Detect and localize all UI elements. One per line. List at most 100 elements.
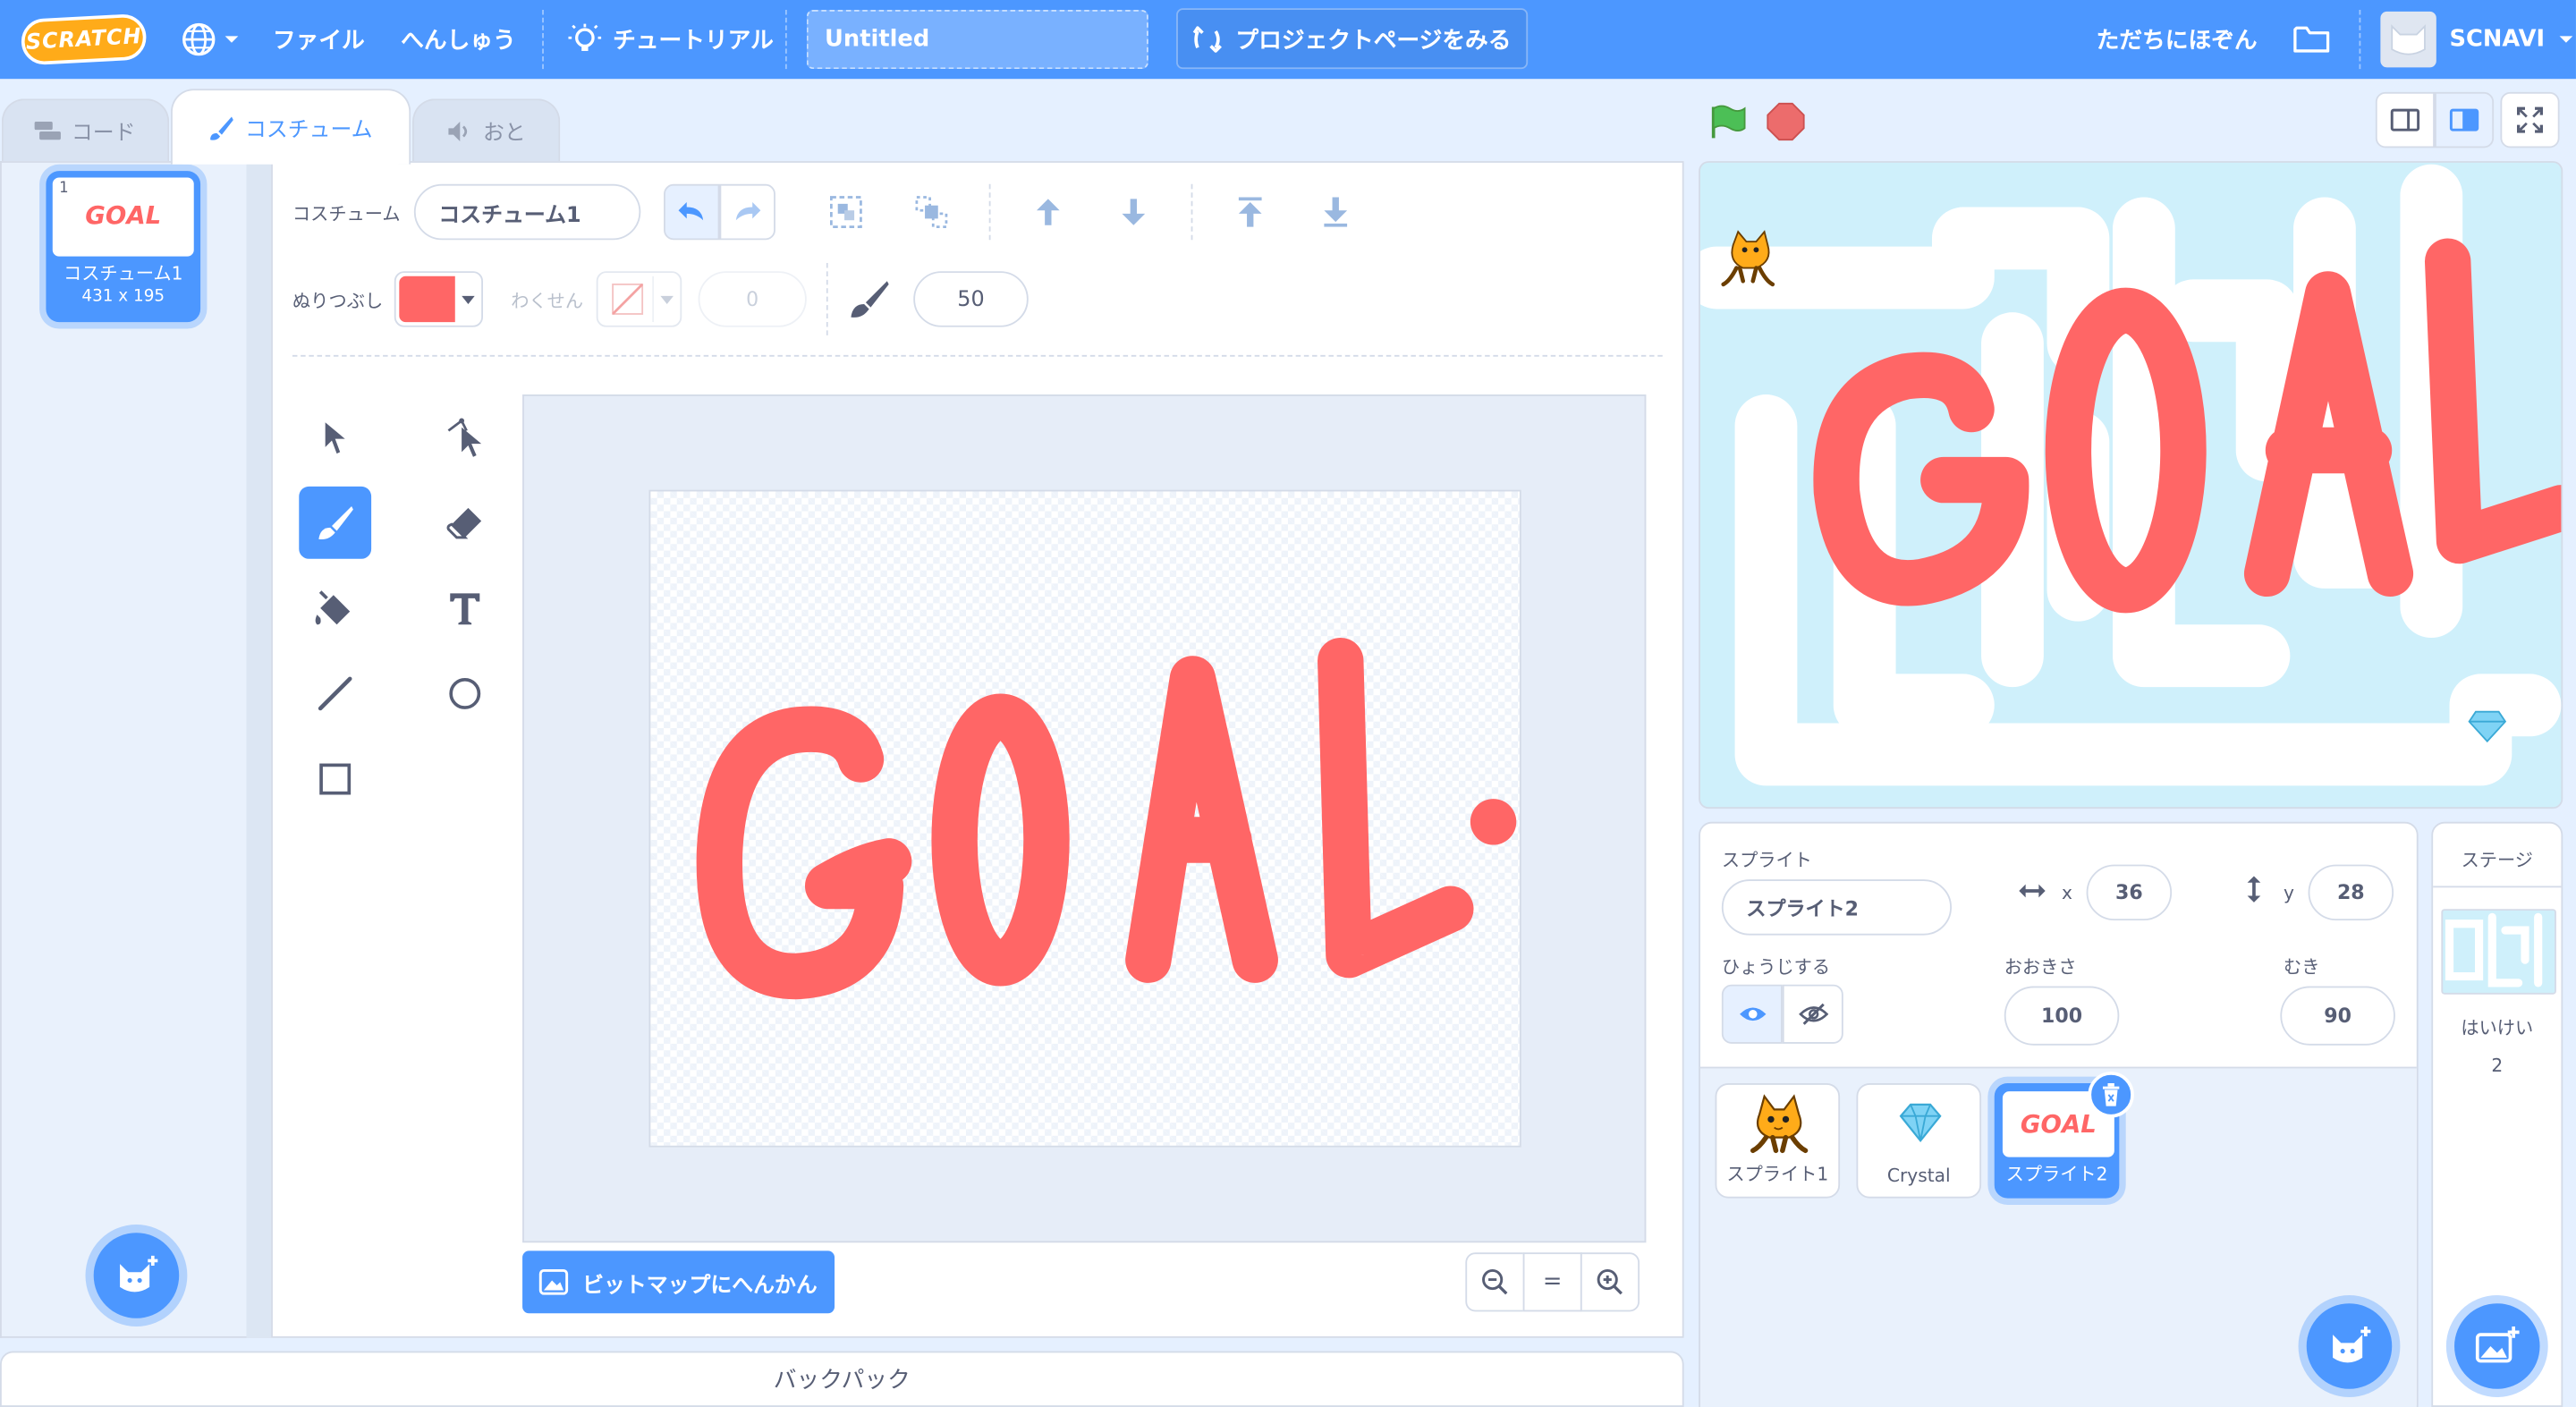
toolbar-divider xyxy=(988,183,991,241)
costume-thumb-text: GOAL xyxy=(85,200,162,231)
see-project-page-button[interactable]: プロジェクトページをみる xyxy=(1176,8,1529,70)
convert-to-bitmap-button[interactable]: ビットマップにへんかん xyxy=(522,1250,835,1314)
backpack-header[interactable]: バックパック xyxy=(0,1351,1684,1407)
rectangle-tool[interactable] xyxy=(299,743,371,816)
costume-size: 431 x 195 xyxy=(81,287,165,306)
lightbulb-icon xyxy=(568,23,602,51)
sprite-tile-1[interactable]: スプライト1 xyxy=(1715,1082,1841,1199)
tab-sounds-label: おと xyxy=(482,121,526,147)
paint-bucket-icon xyxy=(315,590,351,625)
green-flag-button[interactable] xyxy=(1708,102,1748,148)
username-label: SCNAVI xyxy=(2449,26,2546,53)
redo-button[interactable] xyxy=(719,183,775,241)
language-menu[interactable] xyxy=(181,0,240,79)
eraser-tool[interactable] xyxy=(428,487,501,559)
forward-button[interactable] xyxy=(1021,184,1076,240)
sprite-label: スプライト xyxy=(1721,850,1812,871)
file-menu[interactable]: ファイル xyxy=(273,0,365,79)
small-stage-button[interactable] xyxy=(2375,91,2435,148)
outline-color-picker[interactable] xyxy=(596,271,682,327)
menu-bar: SCRATCH ファイル へんしゅう チュートリアル Untitled プロジェ… xyxy=(0,0,2576,80)
my-stuff-button[interactable] xyxy=(2293,0,2330,79)
choose-sprite-button[interactable] xyxy=(2306,1303,2393,1389)
sprite-tile-crystal[interactable]: Crystal xyxy=(1856,1082,1982,1199)
crystal-icon xyxy=(1899,1103,1942,1143)
show-label: ひょうじする xyxy=(1721,956,1831,979)
brush-size-input[interactable]: 50 xyxy=(913,271,1029,327)
backdrops-label: はいけい xyxy=(2461,1017,2534,1039)
front-button[interactable] xyxy=(1223,184,1278,240)
brush-tool[interactable] xyxy=(299,486,372,559)
image-add-icon xyxy=(2475,1326,2520,1363)
bring-to-front-icon xyxy=(1238,197,1262,227)
tab-costumes[interactable]: コスチューム xyxy=(171,89,411,165)
tab-sounds[interactable]: おと xyxy=(412,98,561,162)
cat-add-icon xyxy=(120,1255,158,1293)
arrow-up-icon xyxy=(1036,199,1060,225)
circle-tool[interactable] xyxy=(428,657,501,730)
ungroup-icon xyxy=(915,196,948,228)
back-button[interactable] xyxy=(1308,184,1363,240)
scratch-logo[interactable]: SCRATCH xyxy=(20,13,148,66)
select-tool[interactable] xyxy=(299,401,371,473)
tab-costumes-label: コスチューム xyxy=(245,118,373,143)
redo-icon xyxy=(735,202,761,221)
fullscreen-button[interactable] xyxy=(2500,91,2560,148)
globe-icon xyxy=(182,22,216,56)
hide-sprite-button[interactable] xyxy=(1782,984,1843,1044)
see-project-label: プロジェクトページをみる xyxy=(1235,27,1512,54)
tutorials-menu[interactable]: チュートリアル xyxy=(568,0,774,79)
paint-canvas[interactable] xyxy=(648,489,1521,1148)
costume-list-scrollbar[interactable] xyxy=(246,161,272,1338)
outline-width-input[interactable]: 0 xyxy=(698,271,807,327)
delete-sprite-button[interactable] xyxy=(2088,1072,2134,1118)
size-label: おおきさ xyxy=(2004,956,2077,979)
eraser-icon xyxy=(446,507,482,539)
ungroup-button[interactable] xyxy=(903,184,959,240)
stop-button[interactable] xyxy=(1766,102,1805,141)
image-icon xyxy=(539,1268,570,1295)
sprite-name-input[interactable]: スプライト2 xyxy=(1721,879,1952,936)
y-position-input[interactable]: 28 xyxy=(2308,864,2394,921)
fill-color-swatch xyxy=(399,275,455,323)
fill-color-picker[interactable] xyxy=(394,271,483,327)
zoom-out-button[interactable] xyxy=(1465,1252,1525,1312)
x-position-input[interactable]: 36 xyxy=(2086,864,2173,921)
reshape-tool[interactable] xyxy=(428,401,501,473)
backward-button[interactable] xyxy=(1106,184,1161,240)
tab-code[interactable]: コード xyxy=(1,98,170,162)
rectangle-icon xyxy=(319,763,352,795)
group-button[interactable] xyxy=(818,184,874,240)
avatar xyxy=(2380,11,2436,68)
costume-item-1[interactable]: 1 GOAL コスチューム1 431 x 195 xyxy=(46,171,201,323)
direction-input[interactable]: 90 xyxy=(2280,986,2395,1046)
folder-icon xyxy=(2293,26,2330,53)
account-menu[interactable]: SCNAVI xyxy=(2380,0,2574,79)
tutorials-label: チュートリアル xyxy=(613,28,774,55)
line-tool[interactable] xyxy=(299,657,371,730)
edit-menu[interactable]: へんしゅう xyxy=(401,0,516,79)
choose-costume-button[interactable] xyxy=(93,1233,180,1318)
save-now-button[interactable]: ただちにほぞん xyxy=(2097,0,2258,79)
caret-down-icon xyxy=(2559,36,2573,43)
code-blocks-icon xyxy=(35,121,62,140)
reshape-pointer-icon xyxy=(447,418,482,457)
text-tool[interactable] xyxy=(428,572,501,644)
stage-canvas[interactable] xyxy=(1699,161,2563,809)
project-title-input[interactable]: Untitled xyxy=(806,10,1148,70)
eye-slash-icon xyxy=(1798,1003,1828,1025)
zoom-reset-button[interactable]: = xyxy=(1522,1252,1582,1312)
zoom-in-button[interactable] xyxy=(1580,1252,1640,1312)
undo-button[interactable] xyxy=(664,183,720,241)
costume-name-input[interactable]: コスチューム1 xyxy=(413,183,641,241)
group-icon xyxy=(829,196,862,228)
show-sprite-button[interactable] xyxy=(1721,984,1783,1044)
backdrop-thumbnail xyxy=(2441,909,2556,995)
choose-backdrop-button[interactable] xyxy=(2454,1303,2540,1389)
normal-stage-button[interactable] xyxy=(2434,91,2495,148)
small-stage-icon xyxy=(2390,108,2420,131)
stage-title-divider xyxy=(2433,886,2562,888)
fill-tool[interactable] xyxy=(299,572,371,644)
menu-divider xyxy=(542,10,544,70)
size-input[interactable]: 100 xyxy=(2004,986,2120,1046)
